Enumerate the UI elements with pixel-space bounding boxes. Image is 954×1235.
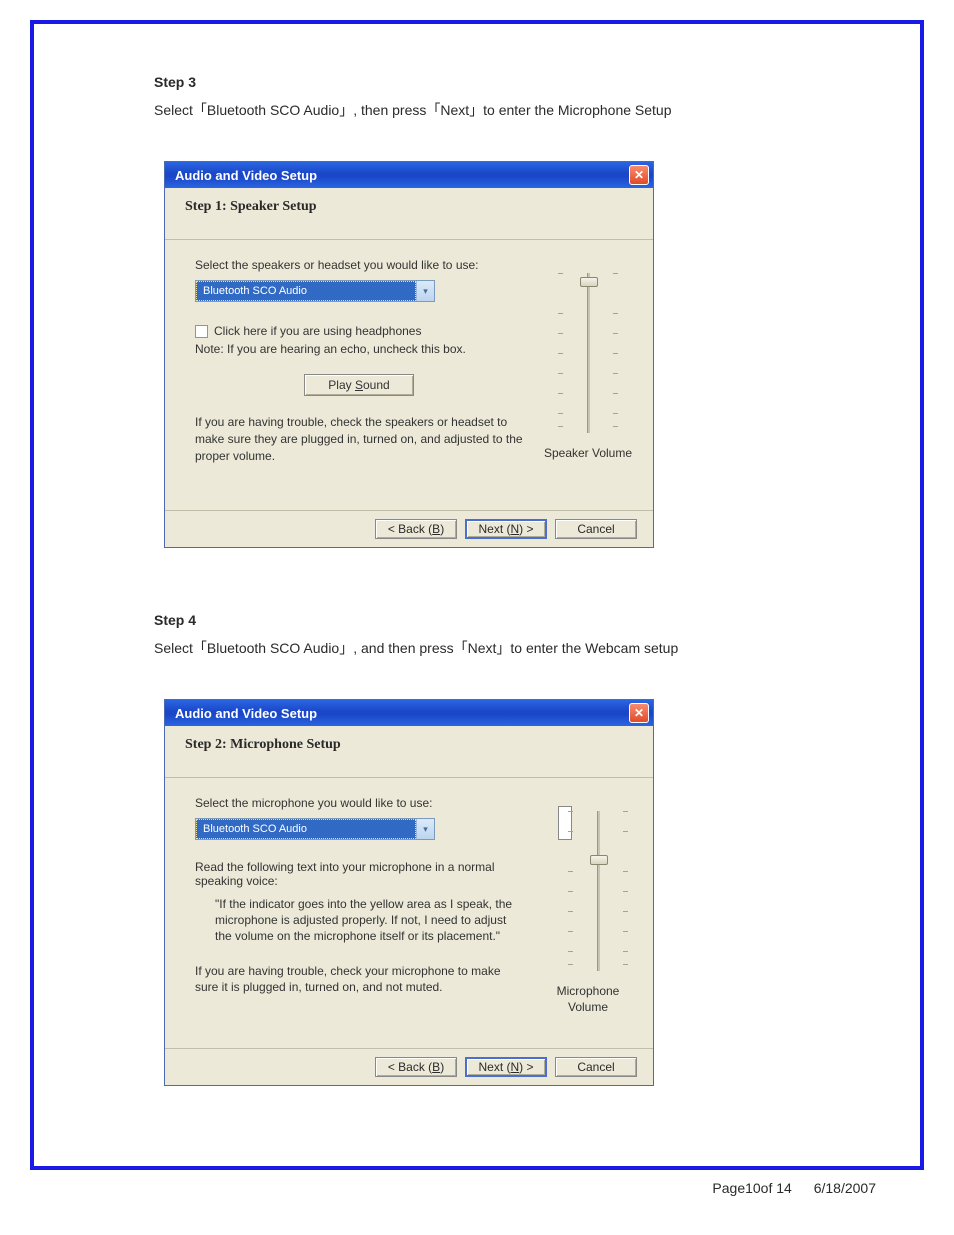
headphones-checkbox-label: Click here if you are using headphones: [214, 324, 421, 338]
next-u: N: [511, 1060, 520, 1074]
next-button[interactable]: Next (N) >: [465, 1057, 547, 1077]
chevron-down-icon[interactable]: ▾: [416, 819, 434, 839]
next-u: N: [511, 522, 520, 536]
speaker-setup-dialog: Audio and Video Setup ✕ Step 1: Speaker …: [164, 161, 654, 548]
step4-text: Select「Bluetooth SCO Audio」, and then pr…: [154, 638, 800, 659]
dialog2-title: Audio and Video Setup: [175, 706, 317, 721]
next-prefix: Next (: [478, 1060, 510, 1074]
chevron-down-icon[interactable]: ▾: [416, 281, 434, 301]
step4-heading: Step 4: [154, 612, 800, 628]
page-footer: Page10of 14 6/18/2007: [30, 1180, 924, 1196]
dialog2-titlebar[interactable]: Audio and Video Setup ✕: [165, 700, 653, 726]
play-sound-label-suffix: ound: [363, 378, 390, 392]
dialog2-header: Step 2: Microphone Setup: [165, 726, 653, 778]
back-suffix: ): [440, 522, 444, 536]
back-button[interactable]: < Back (B): [375, 1057, 457, 1077]
back-prefix: < Back (: [388, 522, 432, 536]
next-suffix: ) >: [519, 1060, 533, 1074]
play-sound-button[interactable]: Play Sound: [304, 374, 414, 396]
mic-select-label: Select the microphone you would like to …: [195, 796, 523, 810]
speaker-trouble-text: If you are having trouble, check the spe…: [195, 414, 523, 464]
back-prefix: < Back (: [388, 1060, 432, 1074]
mic-level-indicator: [558, 806, 572, 840]
microphone-setup-dialog: Audio and Video Setup ✕ Step 2: Micropho…: [164, 699, 654, 1086]
cancel-button[interactable]: Cancel: [555, 519, 637, 539]
mic-read-instruction: Read the following text into your microp…: [195, 860, 523, 888]
back-u: B: [432, 1060, 440, 1074]
dialog2-step-title: Step 2: Microphone Setup: [185, 737, 341, 752]
dialog1-step-title: Step 1: Speaker Setup: [185, 199, 317, 214]
next-suffix: ) >: [519, 522, 533, 536]
headphones-checkbox[interactable]: [195, 325, 208, 338]
back-button[interactable]: < Back (B): [375, 519, 457, 539]
next-button[interactable]: Next (N) >: [465, 519, 547, 539]
speaker-dropdown-value: Bluetooth SCO Audio: [196, 281, 416, 301]
speaker-select-label: Select the speakers or headset you would…: [195, 258, 523, 272]
close-icon[interactable]: ✕: [629, 165, 649, 185]
cancel-button[interactable]: Cancel: [555, 1057, 637, 1077]
page-date: 6/18/2007: [814, 1180, 876, 1196]
back-u: B: [432, 522, 440, 536]
close-icon[interactable]: ✕: [629, 703, 649, 723]
mic-dropdown-value: Bluetooth SCO Audio: [196, 819, 416, 839]
play-sound-label-underline: S: [355, 378, 363, 392]
dialog1-header: Step 1: Speaker Setup: [165, 188, 653, 240]
mic-volume-slider[interactable]: [578, 806, 618, 976]
echo-note: Note: If you are hearing an echo, unchec…: [195, 342, 523, 356]
speaker-volume-label: Speaker Volume: [544, 446, 632, 462]
speaker-volume-slider[interactable]: [568, 268, 608, 438]
mic-sample-quote: "If the indicator goes into the yellow a…: [215, 896, 523, 945]
mic-volume-label: Microphone Volume: [543, 984, 633, 1015]
page-frame: Step 3 Select「Bluetooth SCO Audio」, then…: [30, 20, 924, 1170]
step3-text: Select「Bluetooth SCO Audio」, then press「…: [154, 100, 800, 121]
mic-trouble-text: If you are having trouble, check your mi…: [195, 963, 523, 997]
speaker-dropdown[interactable]: Bluetooth SCO Audio ▾: [195, 280, 435, 302]
step3-heading: Step 3: [154, 74, 800, 90]
dialog1-title: Audio and Video Setup: [175, 168, 317, 183]
mic-dropdown[interactable]: Bluetooth SCO Audio ▾: [195, 818, 435, 840]
next-prefix: Next (: [478, 522, 510, 536]
page-number: Page10of 14: [712, 1180, 791, 1196]
dialog1-titlebar[interactable]: Audio and Video Setup ✕: [165, 162, 653, 188]
back-suffix: ): [440, 1060, 444, 1074]
play-sound-label-prefix: Play: [328, 378, 355, 392]
